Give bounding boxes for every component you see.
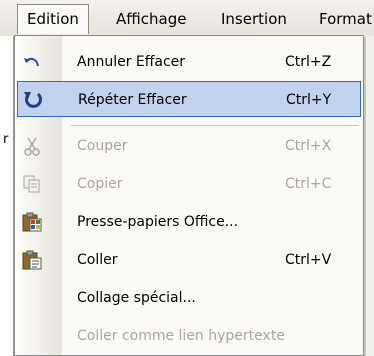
menu-item-copy-shortcut: Ctrl+C [285,176,332,192]
menu-item-redo-shortcut: Ctrl+Y [286,92,332,108]
menu-format-label: Format [319,10,372,28]
document-right-edge [364,36,374,356]
menu-format[interactable]: Format [310,4,374,34]
paste-icon [21,249,43,271]
menu-item-paste-shortcut: Ctrl+V [285,252,332,268]
office-clipboard-icon [21,211,43,233]
menu-item-cut-label: Couper [77,138,128,154]
menu-item-office-clipboard[interactable]: Presse-papiers Office... [17,204,361,240]
scissors-icon [21,135,43,157]
menu-item-office-clipboard-label: Presse-papiers Office... [77,214,239,230]
menu-item-copy-label: Copier [77,176,123,192]
menu-item-paste-as-hyperlink-label: Coller comme lien hypertexte [77,328,285,344]
menu-affichage-label: Affichage [116,10,187,28]
menu-item-paste[interactable]: Coller Ctrl+V [17,242,361,278]
menu-item-redo[interactable]: Répéter Effacer Ctrl+Y [17,81,361,117]
menu-item-undo[interactable]: Annuler Effacer Ctrl+Z [17,44,361,80]
menu-item-cut[interactable]: Couper Ctrl+X [17,128,361,164]
menu-item-copy[interactable]: Copier Ctrl+C [17,166,361,202]
menu-separator [71,125,359,126]
menu-item-paste-special[interactable]: Collage spécial... [17,280,361,316]
menu-item-undo-shortcut: Ctrl+Z [285,54,332,70]
menu-item-undo-label: Annuler Effacer [77,54,186,70]
menu-item-paste-special-label: Collage spécial... [77,290,196,306]
menu-edition[interactable]: Edition [17,4,89,34]
edit-dropdown-menu: Annuler Effacer Ctrl+Z Répéter Effacer C… [14,35,364,356]
menubar: Edition Affichage Insertion Format [0,0,374,36]
menu-item-redo-label: Répéter Effacer [78,92,187,108]
menu-item-paste-label: Coller [77,252,118,268]
menu-insertion[interactable]: Insertion [212,4,296,34]
document-text-fragment: r [3,132,9,147]
copy-icon [21,173,43,195]
menu-edition-label: Edition [27,10,79,28]
redo-icon [22,89,44,111]
menu-item-cut-shortcut: Ctrl+X [285,138,332,154]
menu-affichage[interactable]: Affichage [107,4,195,34]
document-left-edge: r [0,36,14,356]
undo-icon [21,51,43,73]
menu-insertion-label: Insertion [221,10,287,28]
menu-item-paste-as-hyperlink[interactable]: Coller comme lien hypertexte [17,318,361,354]
